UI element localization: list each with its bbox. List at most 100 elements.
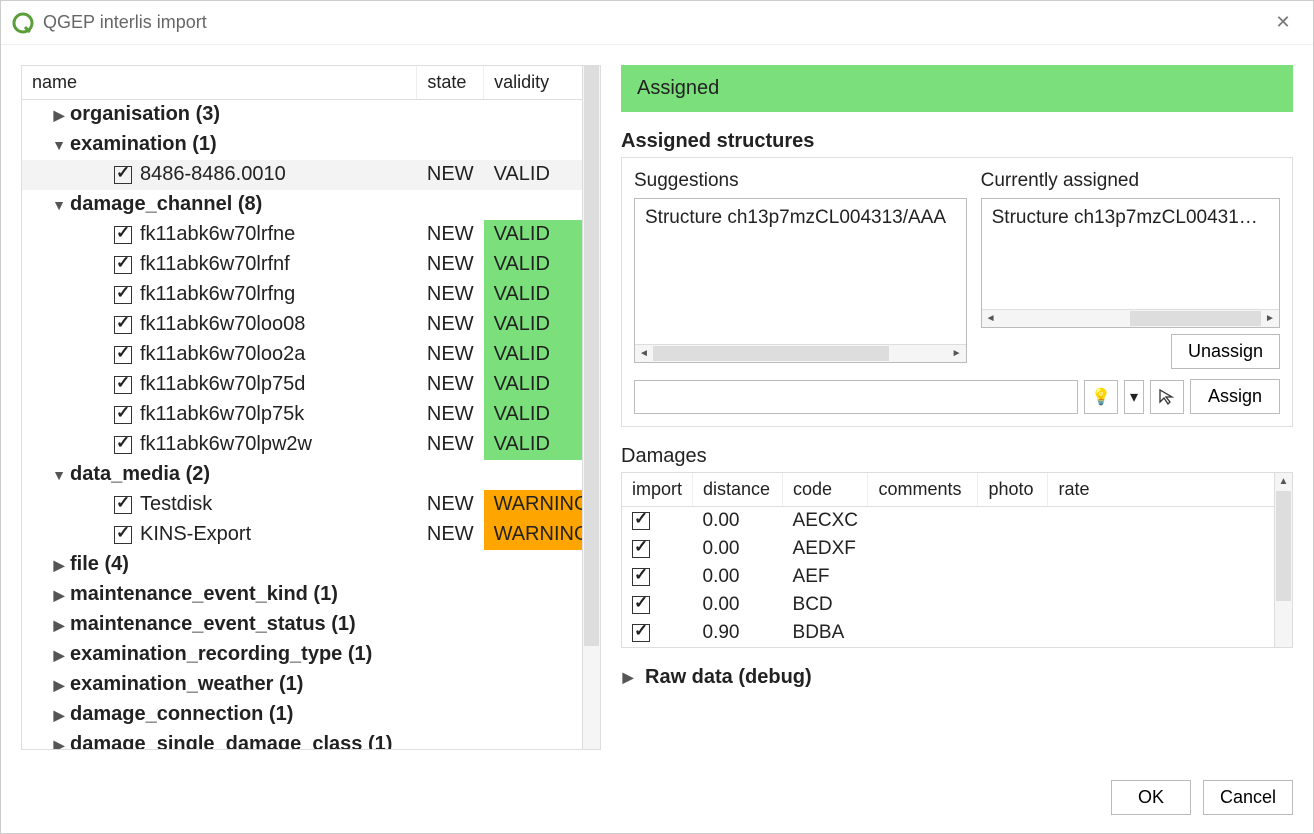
tree-group[interactable]: ▶examination_weather (1) [22, 670, 600, 700]
import-checkbox[interactable] [114, 346, 132, 364]
unassign-button[interactable]: Unassign [1171, 334, 1280, 369]
tree-item-state [417, 700, 484, 730]
damage-import-checkbox[interactable] [632, 596, 650, 614]
tree-group[interactable]: ▶maintenance_event_kind (1) [22, 580, 600, 610]
tree-item[interactable]: fk11abk6w70loo2aNEWVALID [22, 340, 600, 370]
assign-button[interactable]: Assign [1190, 379, 1280, 414]
tree-item[interactable]: fk11abk6w70lrfneNEWVALID [22, 220, 600, 250]
tree-group[interactable]: ▶organisation (3) [22, 100, 600, 130]
tree-item-label: KINS-Export [140, 523, 251, 545]
hint-dropdown[interactable]: ▾ [1124, 380, 1144, 414]
close-icon[interactable]: ✕ [1263, 12, 1303, 33]
import-checkbox[interactable] [114, 526, 132, 544]
dmg-h-code[interactable]: code [783, 473, 868, 507]
pick-icon[interactable] [1150, 380, 1184, 414]
tree-group-label: data_media (2) [70, 463, 210, 485]
damage-row[interactable]: 0.90BDBA [622, 619, 1292, 647]
import-checkbox[interactable] [114, 406, 132, 424]
import-checkbox[interactable] [114, 256, 132, 274]
tree-group-label: organisation (3) [70, 103, 220, 125]
tree-item-state [417, 640, 484, 670]
tree-group-label: examination (1) [70, 133, 217, 155]
damages-table: import distance code comments photo rate… [622, 473, 1292, 647]
dmg-h-import[interactable]: import [622, 473, 693, 507]
tree-item-label: fk11abk6w70lpw2w [140, 433, 312, 455]
tree-item[interactable]: fk11abk6w70lp75kNEWVALID [22, 400, 600, 430]
tree-group-label: damage_channel (8) [70, 193, 262, 215]
damage-import-checkbox[interactable] [632, 568, 650, 586]
suggestions-item[interactable]: Structure ch13p7mzCL004313/AAA [635, 199, 966, 237]
tree-group[interactable]: ▶examination_recording_type (1) [22, 640, 600, 670]
damage-import-checkbox[interactable] [632, 540, 650, 558]
damage-row[interactable]: 0.00AEF [622, 563, 1292, 591]
hint-icon[interactable]: 💡 [1084, 380, 1118, 414]
tree-item[interactable]: fk11abk6w70lpw2wNEWVALID [22, 430, 600, 460]
import-checkbox[interactable] [114, 376, 132, 394]
tree-item-state: NEW [417, 340, 484, 370]
tree-item[interactable]: KINS-ExportNEWWARNING [22, 520, 600, 550]
import-checkbox[interactable] [114, 226, 132, 244]
tree-item[interactable]: fk11abk6w70loo08NEWVALID [22, 310, 600, 340]
import-checkbox[interactable] [114, 496, 132, 514]
chevron-right-icon: ▶ [52, 737, 66, 749]
tree-item-label: fk11abk6w70lp75k [140, 403, 304, 425]
tree-item-state: NEW [417, 280, 484, 310]
import-checkbox[interactable] [114, 316, 132, 334]
damage-row[interactable]: 0.00AEDXF [622, 535, 1292, 563]
tree-item-state [417, 130, 484, 160]
tree-item-state [417, 550, 484, 580]
tree-group[interactable]: ▶maintenance_event_status (1) [22, 610, 600, 640]
chevron-right-icon: ▶ [52, 557, 66, 574]
damage-import-checkbox[interactable] [632, 512, 650, 530]
currently-list[interactable]: Structure ch13p7mzCL00431… ◄► [981, 198, 1280, 328]
cancel-button[interactable]: Cancel [1203, 780, 1293, 815]
damage-row[interactable]: 0.00AECXC [622, 507, 1292, 536]
suggestions-list[interactable]: Structure ch13p7mzCL004313/AAA ◄► [634, 198, 967, 363]
dmg-h-rate[interactable]: rate [1048, 473, 1292, 507]
damage-row[interactable]: 0.00BCD [622, 591, 1292, 619]
tree-item[interactable]: TestdiskNEWWARNING [22, 490, 600, 520]
tree-header-state[interactable]: state [417, 66, 484, 100]
chevron-right-icon: ▶ [621, 669, 635, 686]
assign-input[interactable] [634, 380, 1078, 414]
raw-data-toggle[interactable]: ▶ Raw data (debug) [621, 666, 1293, 689]
suggestions-hscroll[interactable]: ◄► [635, 344, 966, 362]
tree-group[interactable]: ▶damage_single_damage_class (1) [22, 730, 600, 750]
dmg-h-photo[interactable]: photo [978, 473, 1048, 507]
tree-item[interactable]: fk11abk6w70lp75dNEWVALID [22, 370, 600, 400]
tree-item-state [417, 670, 484, 700]
chevron-down-icon: ▼ [52, 137, 66, 153]
tree-group[interactable]: ▼examination (1) [22, 130, 600, 160]
dmg-h-comments[interactable]: comments [868, 473, 978, 507]
tree-group-label: examination_weather (1) [70, 673, 303, 695]
damages-scrollbar[interactable]: ▲▼ [1274, 473, 1292, 647]
tree-group[interactable]: ▶file (4) [22, 550, 600, 580]
dmg-h-distance[interactable]: distance [693, 473, 783, 507]
titlebar: QGEP interlis import ✕ [1, 1, 1313, 45]
damage-import-checkbox[interactable] [632, 624, 650, 642]
tree-header-name[interactable]: name [22, 66, 417, 100]
tree-group[interactable]: ▼damage_channel (8) [22, 190, 600, 220]
tree-scrollbar[interactable] [582, 66, 600, 749]
chevron-right-icon: ▶ [52, 587, 66, 604]
tree-item[interactable]: 8486-8486.0010NEWVALID [22, 160, 600, 190]
tree-item-state: NEW [417, 370, 484, 400]
import-checkbox[interactable] [114, 166, 132, 184]
tree-group[interactable]: ▼data_media (2) [22, 460, 600, 490]
tree-item-label: fk11abk6w70lrfng [140, 283, 295, 305]
tree-item-state [417, 100, 484, 130]
damage-distance: 0.00 [693, 563, 783, 591]
import-checkbox[interactable] [114, 436, 132, 454]
tree-item-state: NEW [417, 310, 484, 340]
tree-item[interactable]: fk11abk6w70lrfnfNEWVALID [22, 250, 600, 280]
currently-item[interactable]: Structure ch13p7mzCL00431… [982, 199, 1279, 237]
currently-hscroll[interactable]: ◄► [982, 309, 1279, 327]
currently-label: Currently assigned [981, 170, 1280, 192]
tree-item[interactable]: fk11abk6w70lrfngNEWVALID [22, 280, 600, 310]
tree-group-label: file (4) [70, 553, 129, 575]
chevron-down-icon: ▼ [52, 197, 66, 213]
tree-item-state: NEW [417, 430, 484, 460]
import-checkbox[interactable] [114, 286, 132, 304]
tree-group[interactable]: ▶damage_connection (1) [22, 700, 600, 730]
ok-button[interactable]: OK [1111, 780, 1191, 815]
